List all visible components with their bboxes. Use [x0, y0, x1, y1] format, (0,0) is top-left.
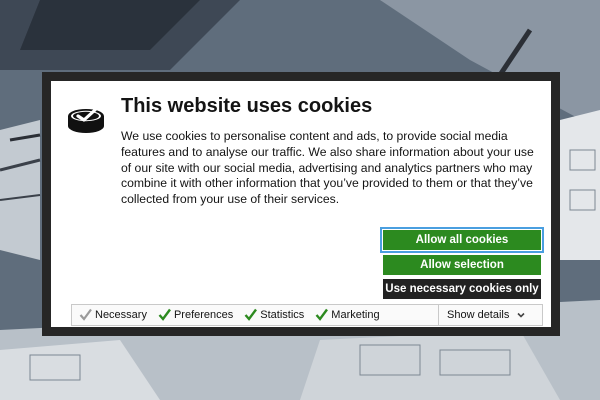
- checkmark-icon: [244, 308, 258, 321]
- dialog-title: This website uses cookies: [121, 95, 373, 117]
- checkbox-label: Marketing: [331, 309, 380, 321]
- show-details-toggle[interactable]: Show details: [438, 305, 542, 325]
- checkbox-label: Statistics: [260, 309, 305, 321]
- dialog-content: This website uses cookies We use cookies…: [51, 81, 551, 327]
- cookie-icon: [68, 108, 104, 133]
- chevron-down-icon: [517, 312, 525, 318]
- necessary-cookies-only-button[interactable]: Use necessary cookies only: [383, 279, 541, 299]
- checkbox-marketing[interactable]: Marketing: [315, 308, 380, 321]
- cookie-consent-dialog: This website uses cookies We use cookies…: [42, 72, 560, 336]
- allow-all-cookies-button[interactable]: Allow all cookies: [380, 227, 544, 253]
- checkmark-icon: [79, 308, 92, 321]
- dialog-description: We use cookies to personalise content an…: [121, 129, 534, 207]
- cookie-category-bar: Necessary Preferences Statistics Marketi…: [71, 304, 543, 326]
- show-details-label: Show details: [447, 309, 510, 321]
- checkmark-icon: [158, 308, 171, 321]
- checkbox-necessary: Necessary: [79, 308, 147, 321]
- checkbox-label: Necessary: [95, 309, 147, 321]
- allow-selection-button[interactable]: Allow selection: [383, 255, 541, 275]
- checkbox-preferences[interactable]: Preferences: [158, 308, 234, 321]
- checkmark-icon: [315, 308, 329, 321]
- checkbox-label: Preferences: [173, 309, 234, 321]
- checkbox-statistics[interactable]: Statistics: [244, 308, 305, 321]
